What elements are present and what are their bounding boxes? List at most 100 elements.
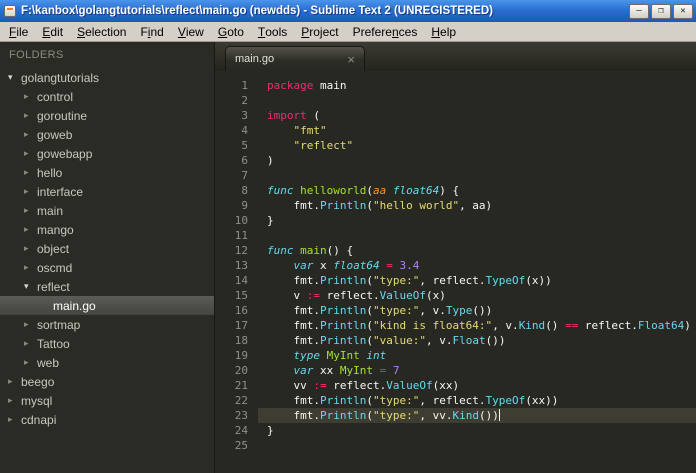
- line-number: 25: [234, 439, 248, 452]
- tree-item-golangtutorials[interactable]: ▾ golangtutorials: [0, 68, 214, 87]
- code-line-8[interactable]: func helloworld(aa float64) {: [258, 183, 696, 198]
- tree-item-object[interactable]: ▸ object: [0, 239, 214, 258]
- disclosure-triangle-icon[interactable]: ▸: [24, 205, 37, 216]
- line-number-gutter: 1 2 3 4 5 6 7 8 9 10 11 12 13 14 15 16 17 18 19 20 21 22 23 24 2…: [215, 78, 258, 473]
- tree-item-label: main: [37, 203, 64, 218]
- tree-item-main[interactable]: ▸ main: [0, 201, 214, 220]
- line-number: 13: [234, 259, 248, 272]
- menu-tools[interactable]: Tools: [251, 22, 294, 41]
- menu-view[interactable]: View: [171, 22, 211, 41]
- tree-item-goweb[interactable]: ▸ goweb: [0, 125, 214, 144]
- tree-item-oscmd[interactable]: ▸ oscmd: [0, 258, 214, 277]
- disclosure-triangle-icon[interactable]: ▾: [8, 72, 21, 83]
- menu-project[interactable]: Project: [294, 22, 345, 41]
- code-line-3[interactable]: import (: [258, 108, 696, 123]
- tree-item-control[interactable]: ▸ control: [0, 87, 214, 106]
- line-number: 18: [234, 334, 248, 347]
- disclosure-triangle-icon[interactable]: ▸: [24, 167, 37, 178]
- tree-item-goroutine[interactable]: ▸ goroutine: [0, 106, 214, 125]
- tree-item-label: oscmd: [37, 260, 73, 275]
- code-line-6[interactable]: ): [258, 153, 696, 168]
- code-line-17[interactable]: fmt.Println("kind is float64:", v.Kind()…: [258, 318, 696, 333]
- tab-label: main.go: [235, 53, 275, 65]
- menu-edit[interactable]: Edit: [35, 22, 70, 41]
- tab-close-icon[interactable]: ×: [347, 53, 355, 66]
- tree-item-label: mango: [37, 222, 74, 237]
- tree-item-reflect[interactable]: ▾ reflect: [0, 277, 214, 296]
- disclosure-triangle-icon[interactable]: ▸: [24, 262, 37, 273]
- sublime-window: F:\kanbox\golangtutorials\reflect\main.g…: [0, 0, 696, 473]
- disclosure-triangle-icon[interactable]: ▸: [8, 414, 21, 425]
- line-number: 16: [234, 304, 248, 317]
- tree-item-Tattoo[interactable]: ▸ Tattoo: [0, 334, 214, 353]
- tab-main-go[interactable]: main.go ×: [225, 46, 365, 71]
- disclosure-triangle-icon[interactable]: ▸: [24, 129, 37, 140]
- tree-item-label: goroutine: [37, 108, 88, 123]
- disclosure-triangle-icon[interactable]: ▸: [8, 376, 21, 387]
- menu-goto[interactable]: Goto: [211, 22, 251, 41]
- tree-item-label: Tattoo: [37, 336, 70, 351]
- code-line-2[interactable]: [258, 93, 696, 108]
- tree-item-label: gowebapp: [37, 146, 93, 161]
- disclosure-triangle-icon[interactable]: ▾: [24, 281, 37, 292]
- line-number: 24: [234, 424, 248, 437]
- tree-item-hello[interactable]: ▸ hello: [0, 163, 214, 182]
- tree-item-mango[interactable]: ▸ mango: [0, 220, 214, 239]
- code-line-21[interactable]: vv := reflect.ValueOf(xx): [258, 378, 696, 393]
- code-line-9[interactable]: fmt.Println("hello world", aa): [258, 198, 696, 213]
- code-line-14[interactable]: fmt.Println("type:", reflect.TypeOf(x)): [258, 273, 696, 288]
- code-line-1[interactable]: package main: [258, 78, 696, 93]
- line-number: 3: [241, 109, 248, 122]
- tree-item-main-go[interactable]: main.go: [0, 296, 214, 315]
- disclosure-triangle-icon[interactable]: ▸: [24, 110, 37, 121]
- disclosure-triangle-icon[interactable]: ▸: [24, 148, 37, 159]
- line-number: 5: [241, 139, 248, 152]
- menu-file[interactable]: File: [2, 22, 35, 41]
- line-number: 4: [241, 124, 248, 137]
- tree-item-gowebapp[interactable]: ▸ gowebapp: [0, 144, 214, 163]
- disclosure-triangle-icon[interactable]: ▸: [24, 357, 37, 368]
- code-line-10[interactable]: }: [258, 213, 696, 228]
- menu-help[interactable]: Help: [424, 22, 463, 41]
- minimize-button[interactable]: —: [629, 3, 649, 19]
- tree-item-web[interactable]: ▸ web: [0, 353, 214, 372]
- tree-item-label: web: [37, 355, 60, 370]
- tree-item-interface[interactable]: ▸ interface: [0, 182, 214, 201]
- code-editor[interactable]: 1 2 3 4 5 6 7 8 9 10 11 12 13 14 15 16 17 18 19 20 21 22 23 24 2…: [215, 71, 696, 473]
- code-line-5[interactable]: "reflect": [258, 138, 696, 153]
- disclosure-triangle-icon[interactable]: ▸: [24, 338, 37, 349]
- code-line-13[interactable]: var x float64 = 3.4: [258, 258, 696, 273]
- code-line-22[interactable]: fmt.Println("type:", reflect.TypeOf(xx)): [258, 393, 696, 408]
- close-button[interactable]: ✕: [673, 3, 693, 19]
- code-line-19[interactable]: type MyInt int: [258, 348, 696, 363]
- tree-item-mysql[interactable]: ▸ mysql: [0, 391, 214, 410]
- tree-item-beego[interactable]: ▸ beego: [0, 372, 214, 391]
- code-line-12[interactable]: func main() {: [258, 243, 696, 258]
- code-line-24[interactable]: }: [258, 423, 696, 438]
- disclosure-triangle-icon[interactable]: ▸: [24, 319, 37, 330]
- maximize-button[interactable]: ❒: [651, 3, 671, 19]
- line-number: 10: [234, 214, 248, 227]
- disclosure-triangle-icon[interactable]: ▸: [24, 91, 37, 102]
- menu-find[interactable]: Fi nd: [133, 22, 170, 41]
- line-number: 8: [241, 184, 248, 197]
- menu-selection[interactable]: Selection: [70, 22, 133, 41]
- code-line-11[interactable]: [258, 228, 696, 243]
- code-area: package main import ( "fmt" "reflect") fun…: [258, 78, 696, 473]
- disclosure-triangle-icon[interactable]: ▸: [24, 243, 37, 254]
- code-line-23[interactable]: fmt.Println("type:", vv.Kind()): [258, 408, 696, 423]
- code-line-4[interactable]: "fmt": [258, 123, 696, 138]
- disclosure-triangle-icon[interactable]: ▸: [24, 186, 37, 197]
- disclosure-triangle-icon[interactable]: ▸: [24, 224, 37, 235]
- code-line-16[interactable]: fmt.Println("type:", v.Type()): [258, 303, 696, 318]
- code-line-25[interactable]: [258, 438, 696, 453]
- tree-item-sortmap[interactable]: ▸ sortmap: [0, 315, 214, 334]
- code-line-15[interactable]: v := reflect.ValueOf(x): [258, 288, 696, 303]
- tree-item-label: reflect: [37, 279, 70, 294]
- code-line-18[interactable]: fmt.Println("value:", v.Float()): [258, 333, 696, 348]
- code-line-7[interactable]: [258, 168, 696, 183]
- disclosure-triangle-icon[interactable]: ▸: [8, 395, 21, 406]
- menu-preferences[interactable]: Prefere n ces: [346, 22, 425, 41]
- code-line-20[interactable]: var xx MyInt = 7: [258, 363, 696, 378]
- tree-item-cdnapi[interactable]: ▸ cdnapi: [0, 410, 214, 429]
